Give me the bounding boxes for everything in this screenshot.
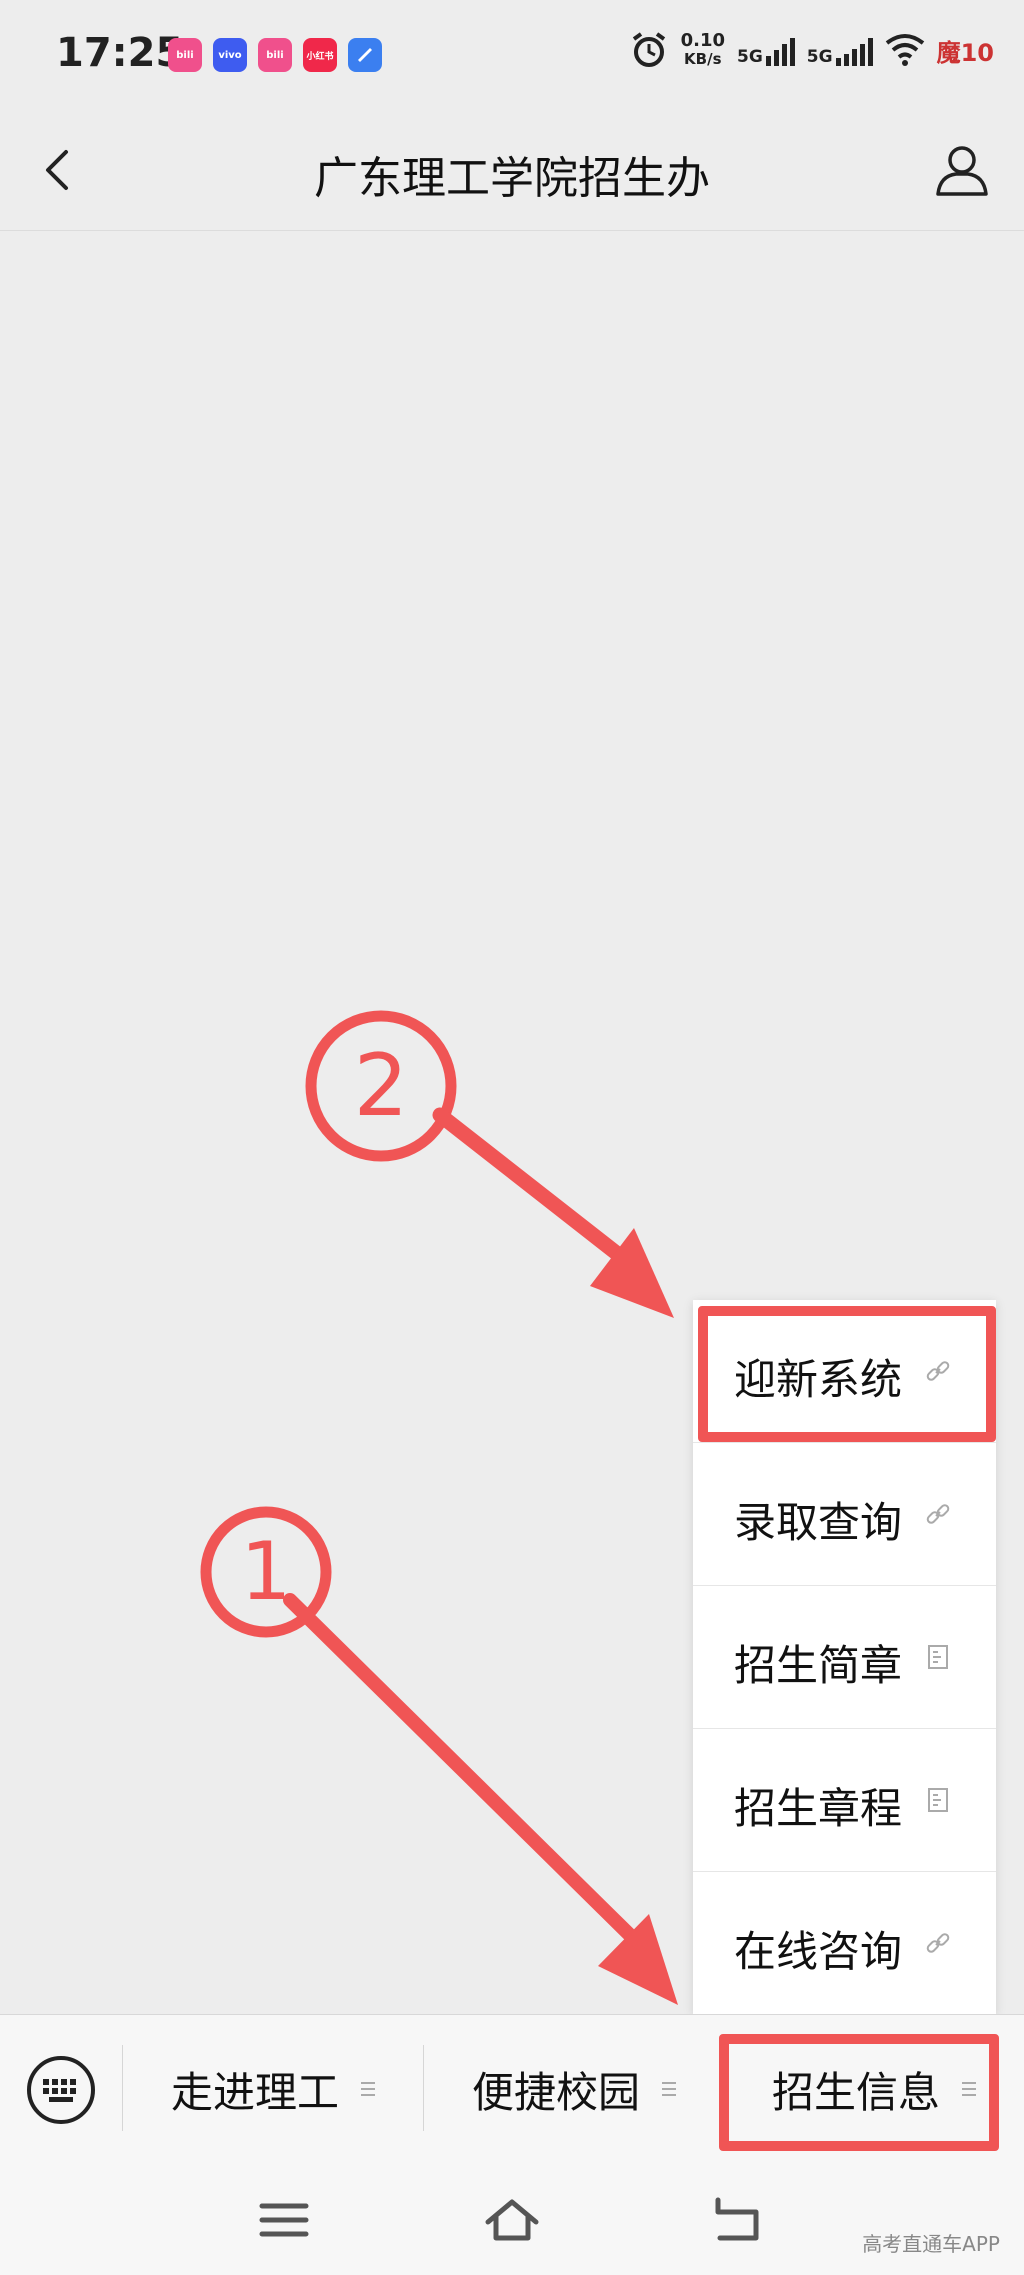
menu-lines-icon bbox=[662, 2078, 676, 2100]
status-bar: 17:25 bili vivo bili 小红书 0.10 KB/s 5G 5G bbox=[0, 0, 1024, 110]
submenu-popup: 迎新系统 录取查询 招生简章 招生章程 在线咨询 bbox=[693, 1300, 996, 2014]
menu-item-label: 走进理工 bbox=[170, 2067, 339, 2117]
link-icon bbox=[926, 1933, 950, 1953]
nav-bar: 广东理工学院招生办 bbox=[0, 110, 1024, 231]
submenu-item-label: 在线咨询 bbox=[734, 1927, 903, 1976]
menu-lines-icon bbox=[361, 2078, 375, 2100]
submenu-item-admission-brochure[interactable]: 招生简章 bbox=[693, 1586, 996, 1729]
submenu-item-online-consult[interactable]: 在线咨询 bbox=[693, 1872, 996, 2015]
menu-item-label: 便捷校园 bbox=[471, 2067, 640, 2117]
link-icon bbox=[926, 1504, 950, 1524]
xiaohongshu-icon: 小红书 bbox=[303, 38, 337, 72]
submenu-item-admission-query[interactable]: 录取查询 bbox=[693, 1443, 996, 1586]
menu-lines-icon bbox=[962, 2078, 976, 2100]
submenu-item-welcome-system[interactable]: 迎新系统 bbox=[693, 1300, 996, 1443]
submenu-item-label: 录取查询 bbox=[734, 1498, 903, 1547]
submenu-item-admission-regulations[interactable]: 招生章程 bbox=[693, 1729, 996, 1872]
vivo-icon: vivo bbox=[213, 38, 247, 72]
signal-5g-1: 5G bbox=[737, 34, 795, 66]
menu-item-about-school[interactable]: 走进理工 bbox=[123, 2015, 423, 2163]
submenu-item-label: 招生简章 bbox=[734, 1641, 903, 1690]
doc-icon bbox=[928, 1788, 948, 1812]
signal-bars-icon bbox=[765, 34, 795, 66]
bilibili-icon: bili bbox=[258, 38, 292, 72]
status-time: 17:25 bbox=[56, 30, 184, 76]
network-speed: 0.10 KB/s bbox=[680, 30, 725, 69]
page-title: 广东理工学院招生办 bbox=[314, 153, 710, 204]
menu-item-campus-services[interactable]: 便捷校园 bbox=[424, 2015, 724, 2163]
bilibili-icon: bili bbox=[168, 38, 202, 72]
alarm-icon bbox=[632, 32, 665, 67]
step-2-label: 2 bbox=[353, 1036, 409, 1136]
battery-indicator: 魔10 bbox=[936, 38, 994, 67]
watermark: 高考直通车APP bbox=[862, 2232, 1000, 2256]
submenu-item-label: 迎新系统 bbox=[734, 1355, 903, 1404]
notification-icons: bili vivo bili 小红书 bbox=[168, 38, 382, 72]
app-icon bbox=[348, 38, 382, 72]
submenu-item-label: 招生章程 bbox=[734, 1784, 903, 1833]
signal-5g-2: 5G bbox=[807, 34, 873, 66]
menu-item-label: 招生信息 bbox=[771, 2067, 940, 2117]
keyboard-icon[interactable] bbox=[26, 2055, 96, 2125]
system-nav-bar: 高考直通车APP bbox=[0, 2162, 1024, 2275]
doc-icon bbox=[928, 1645, 948, 1669]
wifi-icon bbox=[885, 34, 924, 66]
status-indicators: 0.10 KB/s 5G 5G 魔10 bbox=[629, 30, 994, 70]
official-account-menu-bar: 走进理工 便捷校园 招生信息 bbox=[0, 2014, 1024, 2163]
menu-item-admission-info[interactable]: 招生信息 bbox=[724, 2015, 1024, 2163]
link-icon bbox=[926, 1361, 950, 1381]
menu-icon[interactable] bbox=[256, 2192, 312, 2248]
back-icon[interactable] bbox=[712, 2192, 768, 2248]
step-1-label: 1 bbox=[240, 1525, 292, 1618]
home-icon[interactable] bbox=[484, 2192, 540, 2248]
signal-bars-icon bbox=[835, 34, 873, 66]
profile-icon[interactable] bbox=[930, 138, 994, 202]
